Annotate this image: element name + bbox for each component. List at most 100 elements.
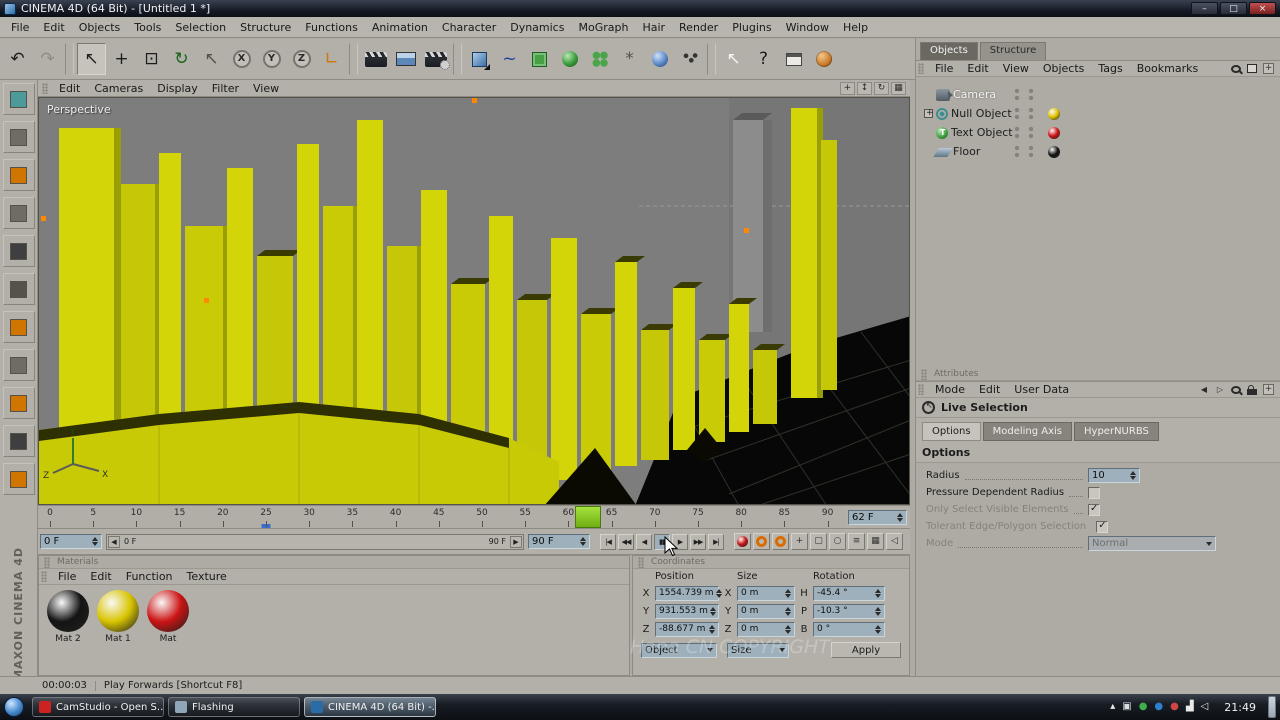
add-metaball-button[interactable] [645, 43, 674, 75]
make-editable-button[interactable] [2, 83, 35, 115]
start-frame-spinner[interactable] [92, 537, 98, 546]
keyframe-button[interactable] [772, 533, 789, 550]
object-row[interactable]: Floor [918, 142, 1278, 161]
size-field[interactable]: 0 m [737, 603, 795, 619]
menu-item[interactable]: Edit [36, 20, 71, 35]
objects-menu-item[interactable]: View [996, 61, 1036, 76]
object-label[interactable]: Null Object [951, 107, 1012, 120]
render-visibility-toggle[interactable] [1028, 107, 1034, 120]
coord-size-dropdown[interactable]: Size [727, 642, 789, 658]
editor-visibility-toggle[interactable] [1014, 145, 1020, 158]
attributes-menu-item[interactable]: Mode [928, 382, 972, 397]
objects-menu-item[interactable]: Tags [1091, 61, 1129, 76]
menu-item[interactable]: Render [672, 20, 725, 35]
history-forward-icon[interactable]: ▷ [1215, 384, 1225, 396]
radius-field[interactable]: 10 [1088, 468, 1140, 483]
panel-grip[interactable] [42, 82, 48, 94]
panel-menu-icon[interactable] [1263, 384, 1274, 395]
attribute-tab[interactable]: HyperNURBS [1074, 422, 1159, 441]
menu-item[interactable]: Selection [168, 20, 233, 35]
rotate-view-button[interactable]: ↻ [874, 81, 889, 95]
editor-visibility-toggle[interactable] [1014, 107, 1020, 120]
tray-show-hidden-icon[interactable]: ▴ [1110, 702, 1115, 712]
toggle-views-button[interactable]: ▦ [891, 81, 906, 95]
attributes-menu-item[interactable]: User Data [1007, 382, 1076, 397]
lock-icon[interactable] [1247, 384, 1257, 395]
prev-key-button[interactable]: ◀◀ [618, 533, 634, 550]
tray-volume-icon[interactable]: ◁ [1201, 702, 1209, 712]
menu-item[interactable]: Help [836, 20, 875, 35]
panel-menu-icon[interactable] [1263, 63, 1274, 74]
viewport-menu-item[interactable]: Display [150, 81, 205, 96]
move-view-button[interactable]: + [840, 81, 855, 95]
viewport-menu-item[interactable]: View [246, 81, 286, 96]
coord-system-button[interactable]: ∟ [317, 43, 346, 75]
option-checkbox[interactable] [1088, 503, 1100, 516]
panel-grip[interactable] [44, 556, 50, 568]
viewport-menu-item[interactable]: Cameras [87, 81, 150, 96]
undo-button[interactable]: ↶ [3, 43, 32, 75]
materials-menu-item[interactable]: Edit [83, 569, 118, 584]
model-mode-button[interactable] [2, 121, 35, 153]
record-parameter-button[interactable]: ≡ [848, 533, 865, 550]
object-row[interactable]: Null Object [918, 104, 1278, 123]
objects-menu-item[interactable]: Objects [1036, 61, 1092, 76]
coord-mode-dropdown[interactable]: Object [641, 642, 717, 658]
add-spline-button[interactable]: ~ [495, 43, 524, 75]
search-icon[interactable] [1231, 64, 1241, 73]
history-back-icon[interactable]: ◀ [1199, 384, 1209, 396]
render-visibility-toggle[interactable] [1028, 88, 1034, 101]
attributes-menu-item[interactable]: Edit [972, 382, 1007, 397]
object-row[interactable]: Camera [918, 85, 1278, 104]
menu-item[interactable]: Window [779, 20, 836, 35]
animation-mode-button[interactable] [2, 349, 35, 381]
record-rotation-button[interactable]: ○ [829, 533, 846, 550]
viewport-menu-item[interactable]: Filter [205, 81, 246, 96]
mode-dropdown[interactable]: Normal [1088, 536, 1216, 551]
viewport[interactable]: Z Y X Perspective [38, 97, 910, 505]
objects-menu-item[interactable]: Edit [960, 61, 995, 76]
viewport-menu-item[interactable]: Edit [52, 81, 87, 96]
add-array-button[interactable] [555, 43, 584, 75]
position-field[interactable]: -88.677 m [655, 621, 719, 637]
add-cube-button[interactable] [465, 43, 494, 75]
add-deformer-button[interactable]: * [615, 43, 644, 75]
start-button[interactable] [4, 697, 24, 717]
end-frame-field[interactable]: 90 F [528, 534, 590, 549]
scale-view-button[interactable]: ↕ [857, 81, 872, 95]
live-selection-button[interactable]: ↖ [77, 43, 106, 75]
last-tool-button[interactable]: ↖ [197, 43, 226, 75]
menu-item[interactable]: Structure [233, 20, 298, 35]
taskbar-button[interactable]: CamStudio - Open S... [32, 697, 164, 717]
menu-item[interactable]: MoGraph [571, 20, 635, 35]
scale-tool-button[interactable]: ⊡ [137, 43, 166, 75]
editor-visibility-toggle[interactable] [1014, 88, 1020, 101]
add-particles-button[interactable] [675, 43, 704, 75]
size-field[interactable]: 0 m [737, 621, 795, 637]
maximize-button[interactable]: □ [1220, 2, 1247, 15]
polygons-mode-button[interactable] [2, 311, 35, 343]
panel-grip[interactable] [918, 384, 924, 395]
tray-app-icon-3[interactable]: ● [1154, 702, 1163, 712]
prev-frame-button[interactable]: ◀ [636, 533, 652, 550]
minimize-button[interactable]: – [1191, 2, 1218, 15]
snap-settings-button[interactable] [2, 463, 35, 495]
tray-app-icon-4[interactable]: ● [1170, 702, 1179, 712]
record-pla-button[interactable]: ▦ [867, 533, 884, 550]
menu-item[interactable]: Hair [635, 20, 672, 35]
lock-x-button[interactable]: X [227, 43, 256, 75]
option-checkbox[interactable] [1096, 520, 1109, 533]
materials-menu-item[interactable]: Function [119, 569, 180, 584]
editor-visibility-toggle[interactable] [1014, 126, 1020, 139]
pointer-tool-button[interactable]: ↖ [719, 43, 748, 75]
workplane-mode-button[interactable] [2, 197, 35, 229]
object-label[interactable]: Floor [953, 145, 980, 158]
panel-grip[interactable] [918, 63, 924, 74]
material-item[interactable]: Mat 1 [94, 590, 142, 644]
online-help-globe-button[interactable] [809, 43, 838, 75]
timeline-ruler[interactable]: 0 5 10 15 20 25 30 35 40 45 50 55 60 65 70 75 80 85 90 [38, 505, 845, 529]
record-button[interactable] [734, 533, 751, 550]
next-key-button[interactable]: ▶▶ [690, 533, 706, 550]
content-browser-button[interactable] [779, 43, 808, 75]
goto-end-button[interactable]: ▶| [708, 533, 724, 550]
